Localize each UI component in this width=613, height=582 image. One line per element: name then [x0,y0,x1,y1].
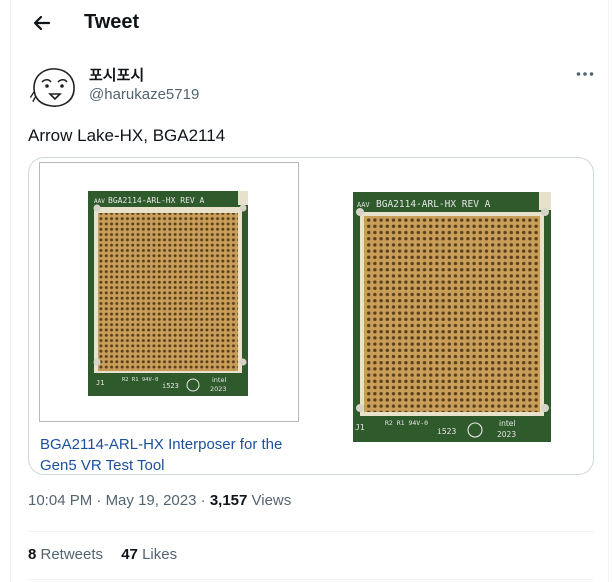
main-board-label: BGA2114-ARL-HX REV A [376,199,491,210]
retweets-label: Retweets [36,546,104,563]
more-button[interactable] [572,64,598,84]
thumb-brand-label: intel [212,376,226,384]
main-year-label: 2023 [497,430,516,439]
thumb-j1-label: J1 [96,379,104,387]
retweets-link[interactable]: 8 Retweets [28,546,103,563]
card-title[interactable]: BGA2114-ARL-HX Interposer for the Gen5 V… [40,434,310,474]
doodle-face-avatar [28,62,78,112]
tweet-date[interactable]: May 19, 2023 [106,492,197,509]
thumb-r-label: R2 R1 94V-0 [122,377,158,383]
meta-separator: · [196,492,210,509]
arrow-left-icon [33,15,51,31]
tweet-text: Arrow Lake-HX, BGA2114 [28,126,226,145]
likes-label: Likes [137,546,178,563]
tweet-meta: 10:04 PM · May 19, 2023 · 3,157 Views [28,492,291,509]
tweet-time[interactable]: 10:04 PM [28,492,92,509]
divider [28,531,594,532]
likes-link[interactable]: 47 Likes [121,546,177,563]
column-border-right [608,0,609,582]
card-main-image[interactable]: BGA2114-ARL-HX REV A AAV J1 R2 R1 94V-0 … [347,186,557,446]
tweet-page: Tweet 포시포시 @harukaze5719 Arrow Lake-HX, … [0,0,613,582]
page-title: Tweet [84,11,140,33]
more-horizontal-icon [576,72,594,76]
pcb-thumbnail-image: BGA2114-ARL-HX REV A AAV J1 R2 R1 94V-0 … [88,191,248,396]
main-side-mark: AAV [357,201,370,209]
main-r-label: R2 R1 94V-0 [385,419,428,427]
avatar[interactable] [28,62,78,112]
tweet-stats: 8 Retweets 47 Likes [28,546,191,563]
page-header: Tweet [11,0,609,46]
main-code-label: i523 [437,427,456,436]
author-display-name[interactable]: 포시포시 [89,64,144,85]
column-border-left [10,0,11,582]
thumb-year-label: 2023 [210,385,227,393]
meta-separator: · [92,492,106,509]
back-button[interactable] [27,8,57,38]
pcb-main-image: BGA2114-ARL-HX REV A AAV J1 R2 R1 94V-0 … [353,192,551,442]
views-label: Views [247,492,292,509]
likes-count: 47 [121,546,138,563]
author-handle[interactable]: @harukaze5719 [89,86,199,103]
divider [28,579,594,580]
thumb-code-label: i523 [162,382,179,390]
main-j1-label: J1 [355,423,365,432]
thumb-side-mark: AAV [94,198,105,205]
main-brand-label: intel [499,419,515,428]
views-count: 3,157 [209,492,248,509]
thumb-board-label: BGA2114-ARL-HX REV A [108,196,205,205]
link-card[interactable]: BGA2114-ARL-HX REV A AAV J1 R2 R1 94V-0 … [28,157,594,475]
card-thumbnail[interactable]: BGA2114-ARL-HX REV A AAV J1 R2 R1 94V-0 … [39,162,299,422]
